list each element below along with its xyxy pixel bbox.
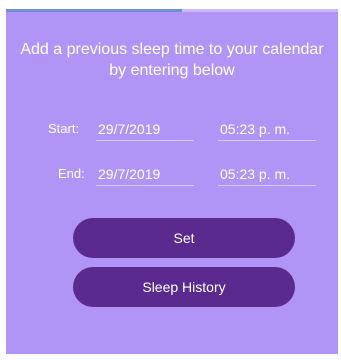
set-button[interactable]: Set: [73, 218, 295, 258]
end-time-field[interactable]: 05:23 p. m.: [218, 164, 316, 186]
start-row: Start: 29/7/2019 05:23 p. m.: [6, 119, 338, 143]
end-row: End: 29/7/2019 05:23 p. m.: [6, 164, 338, 188]
sleep-entry-panel: Add a previous sleep time to your calend…: [6, 9, 338, 354]
progress-bar: [6, 9, 338, 12]
start-label: Start:: [48, 121, 80, 136]
screen: Add a previous sleep time to your calend…: [0, 0, 341, 360]
start-date-field[interactable]: 29/7/2019: [96, 119, 194, 141]
start-time-field[interactable]: 05:23 p. m.: [218, 119, 316, 141]
instructions-text: Add a previous sleep time to your calend…: [20, 41, 324, 79]
end-label: End:: [58, 166, 85, 181]
sleep-history-button[interactable]: Sleep History: [73, 267, 295, 307]
end-date-field[interactable]: 29/7/2019: [96, 164, 194, 186]
progress-bar-fill: [6, 9, 182, 12]
